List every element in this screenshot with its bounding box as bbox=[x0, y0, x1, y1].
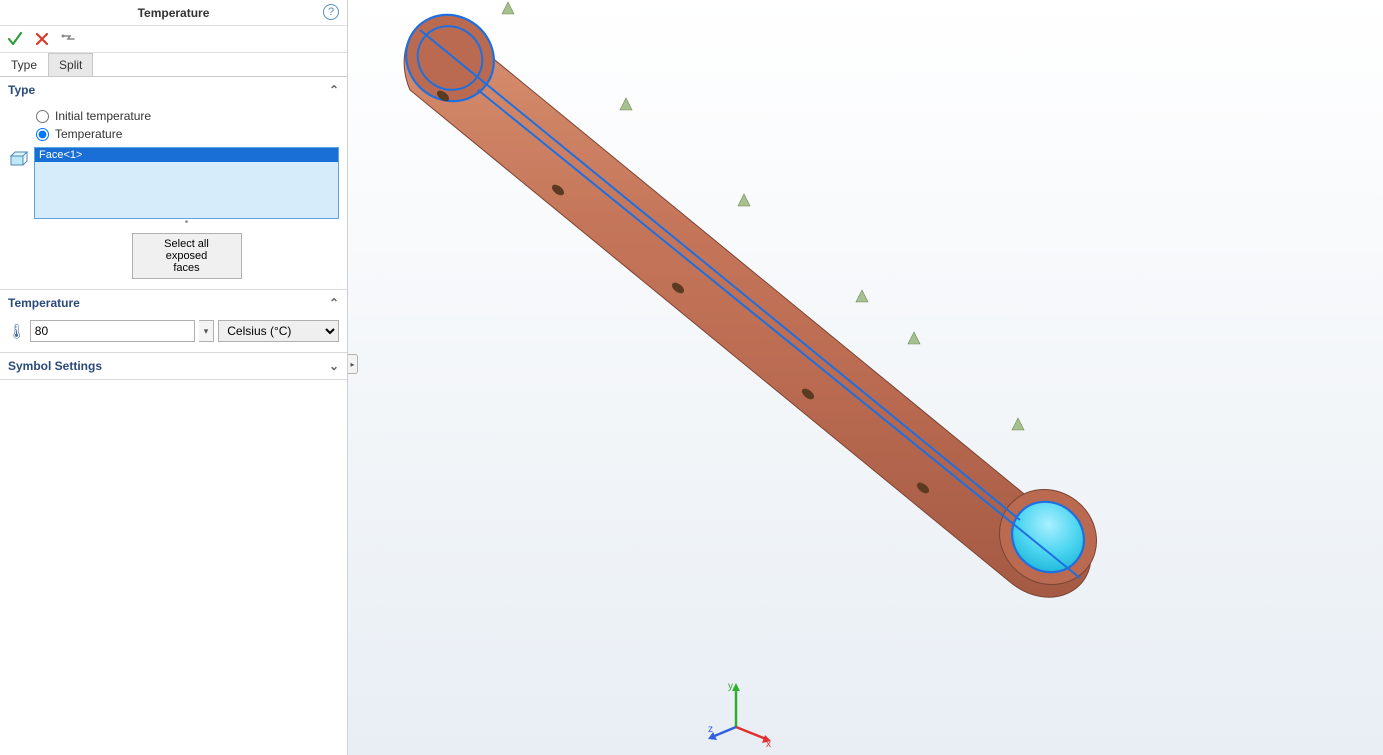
temperature-value-input[interactable] bbox=[30, 320, 195, 342]
temperature-unit-select[interactable]: Celsius (°C) bbox=[218, 320, 339, 342]
property-panel: Temperature ? Type Split Type ⌃ bbox=[0, 0, 348, 755]
section-symbol-header[interactable]: Symbol Settings ⌄ bbox=[0, 353, 347, 379]
panel-title: Temperature bbox=[138, 6, 210, 20]
section-symbol-settings: Symbol Settings ⌄ bbox=[0, 353, 347, 380]
pipe-model[interactable] bbox=[348, 0, 1383, 755]
radio-initial-temperature[interactable]: Initial temperature bbox=[8, 107, 339, 125]
panel-collapse-handle[interactable]: ▸ bbox=[348, 354, 358, 374]
face-selection-icon bbox=[8, 149, 28, 169]
section-temperature-header[interactable]: Temperature ⌃ bbox=[0, 290, 347, 316]
help-icon[interactable]: ? bbox=[323, 4, 339, 20]
radio-initial-label: Initial temperature bbox=[55, 109, 151, 123]
radio-temperature[interactable]: Temperature bbox=[8, 125, 339, 143]
selection-item-face1[interactable]: Face<1> bbox=[35, 148, 338, 162]
chevron-up-icon: ⌃ bbox=[329, 296, 339, 310]
panel-header: Temperature ? bbox=[0, 0, 347, 26]
section-temperature: Temperature ⌃ 🌡 ▾ Celsius (°C) bbox=[0, 290, 347, 353]
section-type-header[interactable]: Type ⌃ bbox=[0, 77, 347, 103]
chevron-down-icon: ⌄ bbox=[329, 359, 339, 373]
ok-check-icon[interactable] bbox=[6, 30, 24, 48]
tab-split[interactable]: Split bbox=[48, 53, 93, 76]
tabs-row: Type Split bbox=[0, 53, 347, 77]
action-row bbox=[0, 26, 347, 53]
orientation-triad[interactable]: y x z bbox=[708, 677, 778, 747]
resize-grip-icon[interactable]: • bbox=[34, 219, 339, 227]
radio-temperature-label: Temperature bbox=[55, 127, 122, 141]
section-symbol-title: Symbol Settings bbox=[8, 359, 102, 373]
chevron-up-icon: ⌃ bbox=[329, 83, 339, 97]
radio-initial-input[interactable] bbox=[36, 110, 49, 123]
section-temperature-title: Temperature bbox=[8, 296, 80, 310]
viewport-3d[interactable]: Temperature (Celsius (°C)): 80 y x z bbox=[348, 0, 1383, 755]
selection-list[interactable]: Face<1> bbox=[34, 147, 339, 219]
svg-text:y: y bbox=[728, 681, 733, 692]
temperature-dropdown-icon[interactable]: ▾ bbox=[199, 320, 214, 342]
cancel-x-icon[interactable] bbox=[34, 31, 50, 47]
radio-temperature-input[interactable] bbox=[36, 128, 49, 141]
svg-text:z: z bbox=[708, 724, 713, 735]
select-all-exposed-button[interactable]: Select all exposed faces bbox=[132, 233, 242, 279]
pin-icon[interactable] bbox=[60, 31, 76, 47]
section-type-title: Type bbox=[8, 83, 35, 97]
tab-type[interactable]: Type bbox=[0, 53, 48, 76]
thermometer-icon: 🌡 bbox=[8, 323, 26, 340]
svg-text:x: x bbox=[766, 739, 771, 747]
section-type: Type ⌃ Initial temperature Temperature bbox=[0, 77, 347, 290]
